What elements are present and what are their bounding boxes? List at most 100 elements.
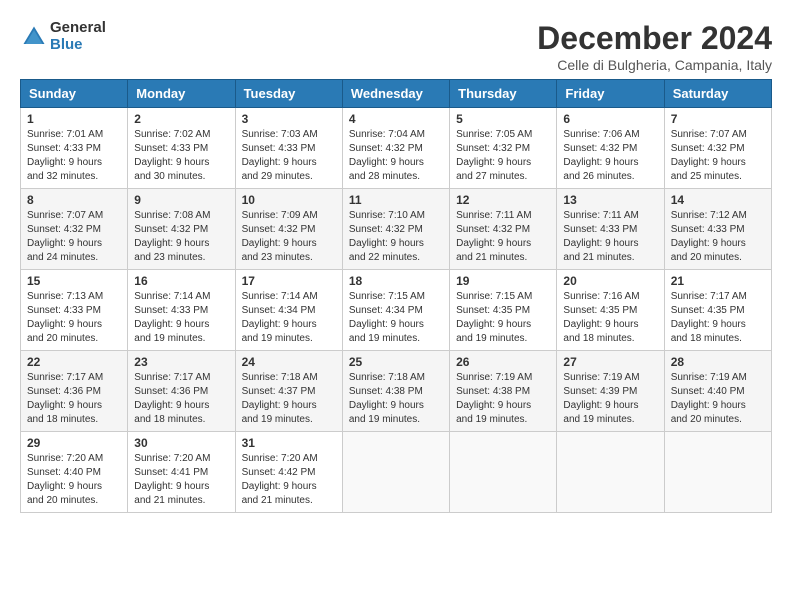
day-info: Sunrise: 7:11 AMSunset: 4:32 PMDaylight:… bbox=[456, 209, 550, 265]
day-number: 4 bbox=[349, 112, 443, 126]
day-number: 27 bbox=[563, 355, 657, 369]
logo-blue-text: Blue bbox=[50, 37, 106, 54]
header-thursday: Thursday bbox=[450, 80, 557, 108]
day-number: 18 bbox=[349, 274, 443, 288]
calendar-cell bbox=[557, 432, 664, 513]
day-info: Sunrise: 7:15 AMSunset: 4:35 PMDaylight:… bbox=[456, 290, 550, 346]
day-info: Sunrise: 7:05 AMSunset: 4:32 PMDaylight:… bbox=[456, 128, 550, 184]
day-info: Sunrise: 7:01 AMSunset: 4:33 PMDaylight:… bbox=[27, 128, 121, 184]
day-info: Sunrise: 7:09 AMSunset: 4:32 PMDaylight:… bbox=[242, 209, 336, 265]
calendar-cell: 23 Sunrise: 7:17 AMSunset: 4:36 PMDayligh… bbox=[128, 351, 235, 432]
day-info: Sunrise: 7:02 AMSunset: 4:33 PMDaylight:… bbox=[134, 128, 228, 184]
calendar-cell: 9 Sunrise: 7:08 AMSunset: 4:32 PMDaylight… bbox=[128, 189, 235, 270]
day-number: 3 bbox=[242, 112, 336, 126]
day-info: Sunrise: 7:04 AMSunset: 4:32 PMDaylight:… bbox=[349, 128, 443, 184]
calendar-cell: 3Sunrise: 7:03 AMSunset: 4:33 PMDaylight… bbox=[235, 108, 342, 189]
calendar-cell: 7Sunrise: 7:07 AMSunset: 4:32 PMDaylight… bbox=[664, 108, 771, 189]
header-wednesday: Wednesday bbox=[342, 80, 449, 108]
calendar-cell: 5 Sunrise: 7:05 AMSunset: 4:32 PMDaylight… bbox=[450, 108, 557, 189]
day-info: Sunrise: 7:07 AMSunset: 4:32 PMDaylight:… bbox=[671, 128, 765, 184]
day-number: 23 bbox=[134, 355, 228, 369]
calendar-header-row: SundayMondayTuesdayWednesdayThursdayFrid… bbox=[21, 80, 772, 108]
calendar-cell: 31 Sunrise: 7:20 AMSunset: 4:42 PMDayligh… bbox=[235, 432, 342, 513]
day-number: 20 bbox=[563, 274, 657, 288]
calendar-cell: 13 Sunrise: 7:11 AMSunset: 4:33 PMDayligh… bbox=[557, 189, 664, 270]
day-info: Sunrise: 7:19 AMSunset: 4:39 PMDaylight:… bbox=[563, 371, 657, 427]
title-block: December 2024 Celle di Bulgheria, Campan… bbox=[537, 20, 772, 73]
day-info: Sunrise: 7:16 AMSunset: 4:35 PMDaylight:… bbox=[563, 290, 657, 346]
calendar-week-2: 8Sunrise: 7:07 AMSunset: 4:32 PMDaylight… bbox=[21, 189, 772, 270]
logo-general-text: General bbox=[50, 20, 106, 37]
day-info: Sunrise: 7:18 AMSunset: 4:37 PMDaylight:… bbox=[242, 371, 336, 427]
day-number: 29 bbox=[27, 436, 121, 450]
logo: General Blue bbox=[20, 20, 106, 53]
calendar-cell: 4 Sunrise: 7:04 AMSunset: 4:32 PMDaylight… bbox=[342, 108, 449, 189]
calendar-cell: 1 Sunrise: 7:01 AMSunset: 4:33 PMDaylight… bbox=[21, 108, 128, 189]
header-tuesday: Tuesday bbox=[235, 80, 342, 108]
day-number: 28 bbox=[671, 355, 765, 369]
day-info: Sunrise: 7:10 AMSunset: 4:32 PMDaylight:… bbox=[349, 209, 443, 265]
calendar-cell: 18 Sunrise: 7:15 AMSunset: 4:34 PMDayligh… bbox=[342, 270, 449, 351]
day-info: Sunrise: 7:19 AMSunset: 4:38 PMDaylight:… bbox=[456, 371, 550, 427]
calendar-cell: 20 Sunrise: 7:16 AMSunset: 4:35 PMDayligh… bbox=[557, 270, 664, 351]
day-info: Sunrise: 7:14 AMSunset: 4:33 PMDaylight:… bbox=[134, 290, 228, 346]
calendar-cell: 21Sunrise: 7:17 AMSunset: 4:35 PMDayligh… bbox=[664, 270, 771, 351]
calendar-cell: 25Sunrise: 7:18 AMSunset: 4:38 PMDayligh… bbox=[342, 351, 449, 432]
calendar-cell: 6Sunrise: 7:06 AMSunset: 4:32 PMDaylight… bbox=[557, 108, 664, 189]
day-info: Sunrise: 7:20 AMSunset: 4:41 PMDaylight:… bbox=[134, 452, 228, 508]
calendar-cell: 2 Sunrise: 7:02 AMSunset: 4:33 PMDaylight… bbox=[128, 108, 235, 189]
day-number: 31 bbox=[242, 436, 336, 450]
day-info: Sunrise: 7:20 AMSunset: 4:42 PMDaylight:… bbox=[242, 452, 336, 508]
calendar-cell: 10Sunrise: 7:09 AMSunset: 4:32 PMDayligh… bbox=[235, 189, 342, 270]
day-number: 19 bbox=[456, 274, 550, 288]
day-number: 30 bbox=[134, 436, 228, 450]
calendar-cell bbox=[664, 432, 771, 513]
day-info: Sunrise: 7:17 AMSunset: 4:36 PMDaylight:… bbox=[134, 371, 228, 427]
day-info: Sunrise: 7:19 AMSunset: 4:40 PMDaylight:… bbox=[671, 371, 765, 427]
day-number: 14 bbox=[671, 193, 765, 207]
day-number: 11 bbox=[349, 193, 443, 207]
day-info: Sunrise: 7:11 AMSunset: 4:33 PMDaylight:… bbox=[563, 209, 657, 265]
calendar-cell: 26 Sunrise: 7:19 AMSunset: 4:38 PMDayligh… bbox=[450, 351, 557, 432]
calendar-cell: 24 Sunrise: 7:18 AMSunset: 4:37 PMDayligh… bbox=[235, 351, 342, 432]
day-number: 2 bbox=[134, 112, 228, 126]
header-friday: Friday bbox=[557, 80, 664, 108]
calendar-week-1: 1 Sunrise: 7:01 AMSunset: 4:33 PMDaylight… bbox=[21, 108, 772, 189]
header-sunday: Sunday bbox=[21, 80, 128, 108]
page-header: General Blue December 2024 Celle di Bulg… bbox=[20, 20, 772, 73]
day-info: Sunrise: 7:17 AMSunset: 4:35 PMDaylight:… bbox=[671, 290, 765, 346]
day-number: 8 bbox=[27, 193, 121, 207]
day-number: 9 bbox=[134, 193, 228, 207]
calendar-cell: 12Sunrise: 7:11 AMSunset: 4:32 PMDayligh… bbox=[450, 189, 557, 270]
day-info: Sunrise: 7:20 AMSunset: 4:40 PMDaylight:… bbox=[27, 452, 121, 508]
header-monday: Monday bbox=[128, 80, 235, 108]
day-info: Sunrise: 7:13 AMSunset: 4:33 PMDaylight:… bbox=[27, 290, 121, 346]
day-info: Sunrise: 7:14 AMSunset: 4:34 PMDaylight:… bbox=[242, 290, 336, 346]
calendar-cell: 27 Sunrise: 7:19 AMSunset: 4:39 PMDayligh… bbox=[557, 351, 664, 432]
calendar-cell bbox=[342, 432, 449, 513]
day-number: 5 bbox=[456, 112, 550, 126]
calendar-cell bbox=[450, 432, 557, 513]
calendar-cell: 15Sunrise: 7:13 AMSunset: 4:33 PMDayligh… bbox=[21, 270, 128, 351]
day-info: Sunrise: 7:08 AMSunset: 4:32 PMDaylight:… bbox=[134, 209, 228, 265]
day-number: 22 bbox=[27, 355, 121, 369]
day-number: 16 bbox=[134, 274, 228, 288]
calendar-cell: 16 Sunrise: 7:14 AMSunset: 4:33 PMDayligh… bbox=[128, 270, 235, 351]
calendar-week-5: 29 Sunrise: 7:20 AMSunset: 4:40 PMDayligh… bbox=[21, 432, 772, 513]
calendar-cell: 30 Sunrise: 7:20 AMSunset: 4:41 PMDayligh… bbox=[128, 432, 235, 513]
day-number: 13 bbox=[563, 193, 657, 207]
day-number: 24 bbox=[242, 355, 336, 369]
calendar-cell: 29 Sunrise: 7:20 AMSunset: 4:40 PMDayligh… bbox=[21, 432, 128, 513]
day-number: 1 bbox=[27, 112, 121, 126]
day-number: 17 bbox=[242, 274, 336, 288]
logo-icon bbox=[20, 23, 48, 51]
month-title: December 2024 bbox=[537, 20, 772, 57]
calendar-cell: 19 Sunrise: 7:15 AMSunset: 4:35 PMDayligh… bbox=[450, 270, 557, 351]
calendar-table: SundayMondayTuesdayWednesdayThursdayFrid… bbox=[20, 79, 772, 513]
day-number: 26 bbox=[456, 355, 550, 369]
calendar-cell: 17 Sunrise: 7:14 AMSunset: 4:34 PMDayligh… bbox=[235, 270, 342, 351]
day-info: Sunrise: 7:15 AMSunset: 4:34 PMDaylight:… bbox=[349, 290, 443, 346]
location-text: Celle di Bulgheria, Campania, Italy bbox=[537, 57, 772, 73]
calendar-cell: 11 Sunrise: 7:10 AMSunset: 4:32 PMDayligh… bbox=[342, 189, 449, 270]
calendar-week-3: 15Sunrise: 7:13 AMSunset: 4:33 PMDayligh… bbox=[21, 270, 772, 351]
